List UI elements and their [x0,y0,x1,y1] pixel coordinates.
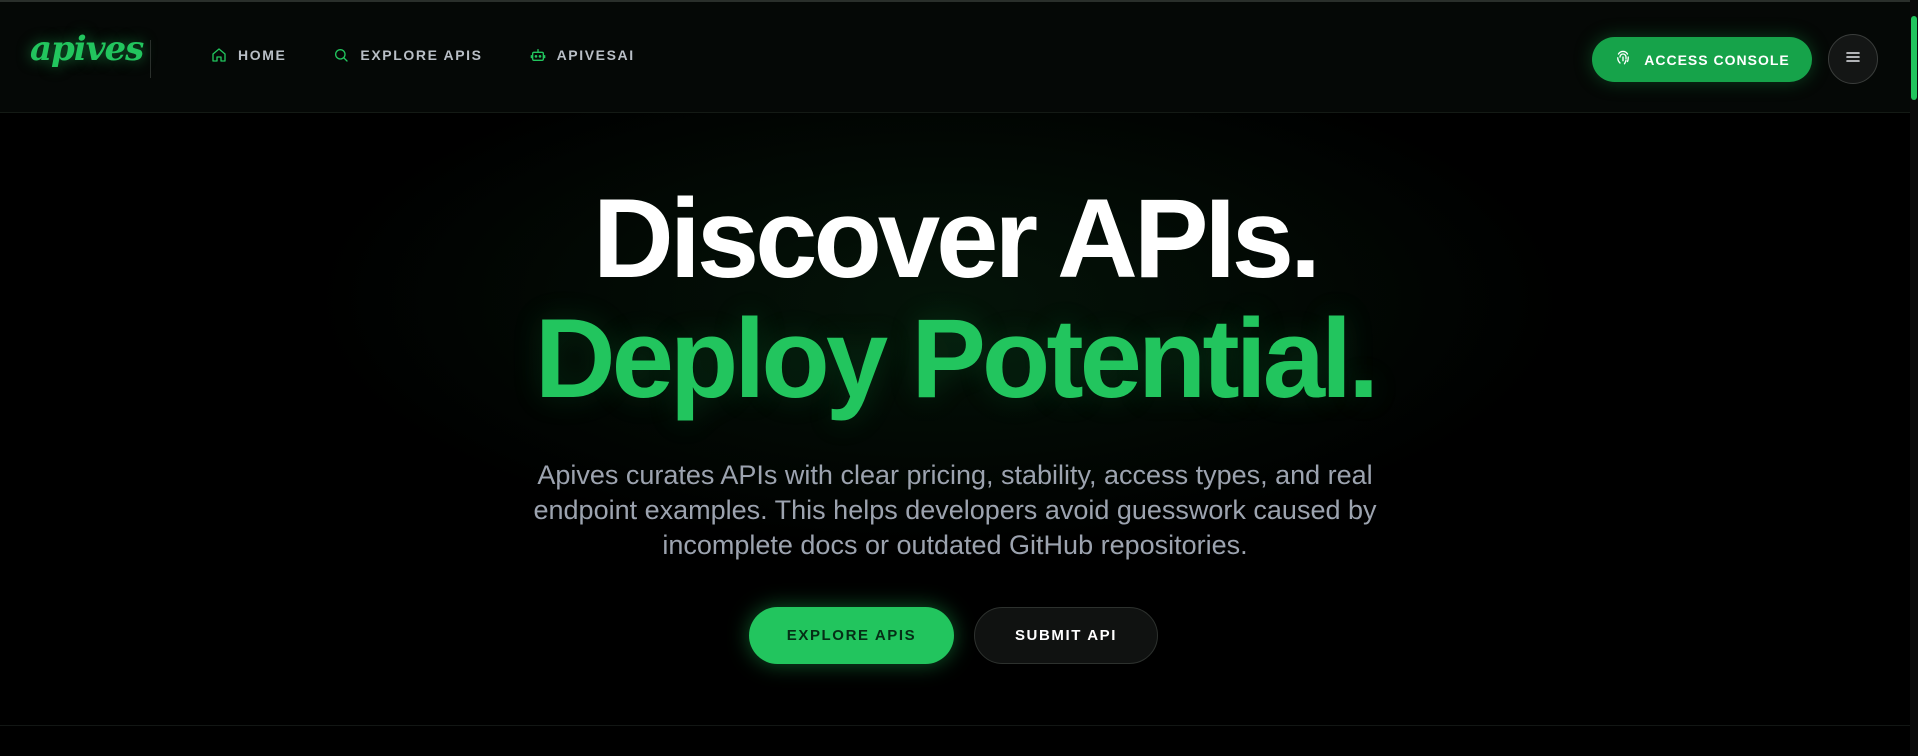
logo-divider [150,40,151,78]
home-icon [210,46,228,64]
nav-item-label: APIVESAI [556,47,635,63]
fingerprint-icon [1614,48,1632,71]
nav-item-label: EXPLORE APIS [360,47,483,63]
section-divider [0,725,1910,726]
access-console-button[interactable]: ACCESS CONSOLE [1592,37,1812,82]
hamburger-icon [1845,50,1861,69]
explore-apis-label: EXPLORE APIS [786,627,917,644]
bot-icon [529,46,547,64]
search-icon [332,46,350,64]
access-console-label: ACCESS CONSOLE [1644,51,1790,68]
submit-api-button[interactable]: SUBMIT API [974,607,1158,664]
page-scrollbar[interactable] [1910,0,1918,756]
submit-api-label: SUBMIT API [1014,627,1118,644]
apives-logo[interactable]: apives [30,32,144,66]
explore-apis-button[interactable]: EXPLORE APIS [749,607,954,664]
main-nav: HOME EXPLORE APIS APIVESAI [210,46,635,64]
menu-button[interactable] [1828,34,1878,84]
nav-item-home[interactable]: HOME [210,46,286,64]
hero-title-line1: Discover APIs. [592,176,1321,301]
top-navbar: apives HOME EXPLORE APIS APIVESAI ACCESS… [0,0,1910,113]
scrollbar-thumb[interactable] [1911,16,1917,100]
nav-item-label: HOME [238,47,287,63]
hero-title-line2: Deploy Potential. [534,296,1380,421]
page: apives HOME EXPLORE APIS APIVESAI ACCESS… [0,0,1918,756]
nav-item-explore-apis[interactable]: EXPLORE APIS [332,46,482,64]
nav-item-apivesai[interactable]: APIVESAI [529,46,635,64]
hero-description: Apives curates APIs with clear pricing, … [533,460,1377,560]
